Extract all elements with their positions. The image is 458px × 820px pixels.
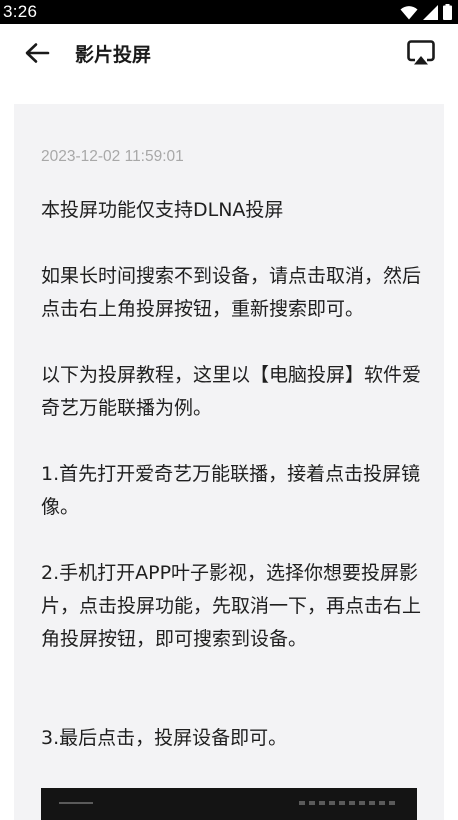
status-time: 3:26 [3, 2, 38, 21]
paragraph-step-2: 2.手机打开APP叶子影视，选择你想要投屏影片，点击投屏功能，先取消一下，再点击… [41, 562, 422, 650]
cast-screen-icon [406, 39, 436, 71]
signal-icon [423, 4, 438, 20]
paragraph-dlna-note: 本投屏功能仅支持DLNA投屏 [41, 199, 284, 221]
article-body: 本投屏功能仅支持DLNA投屏 如果长时间搜索不到设备，请点击取消，然后点击右上角… [41, 194, 421, 788]
paragraph-step-3: 3.最后点击，投屏设备即可。 [41, 727, 288, 749]
paragraph-step-1: 1.首先打开爱奇艺万能联播，接着点击投屏镜像。 [41, 463, 421, 518]
article-date: 2023-12-02 11:59:01 [41, 148, 184, 165]
app-bar: 影片投屏 [0, 24, 458, 86]
tutorial-screenshot-image [41, 788, 417, 820]
cast-button[interactable] [406, 40, 436, 70]
paragraph-tutorial-intro: 以下为投屏教程，这里以【电脑投屏】软件爱奇艺万能联播为例。 [41, 364, 422, 419]
battery-icon [443, 4, 452, 20]
article-card: 2023-12-02 11:59:01 本投屏功能仅支持DLNA投屏 如果长时间… [14, 104, 444, 820]
back-button[interactable] [22, 40, 52, 70]
status-icons [400, 4, 452, 20]
status-bar: 3:26 [0, 0, 458, 24]
screenshot-status-time [59, 802, 93, 804]
wifi-icon [400, 5, 418, 20]
arrow-left-icon [24, 42, 50, 68]
page-title: 影片投屏 [75, 44, 152, 66]
paragraph-search-tip: 如果长时间搜索不到设备，请点击取消，然后点击右上角投屏按钮，重新搜索即可。 [41, 265, 422, 320]
screenshot-status-icons [299, 801, 399, 805]
